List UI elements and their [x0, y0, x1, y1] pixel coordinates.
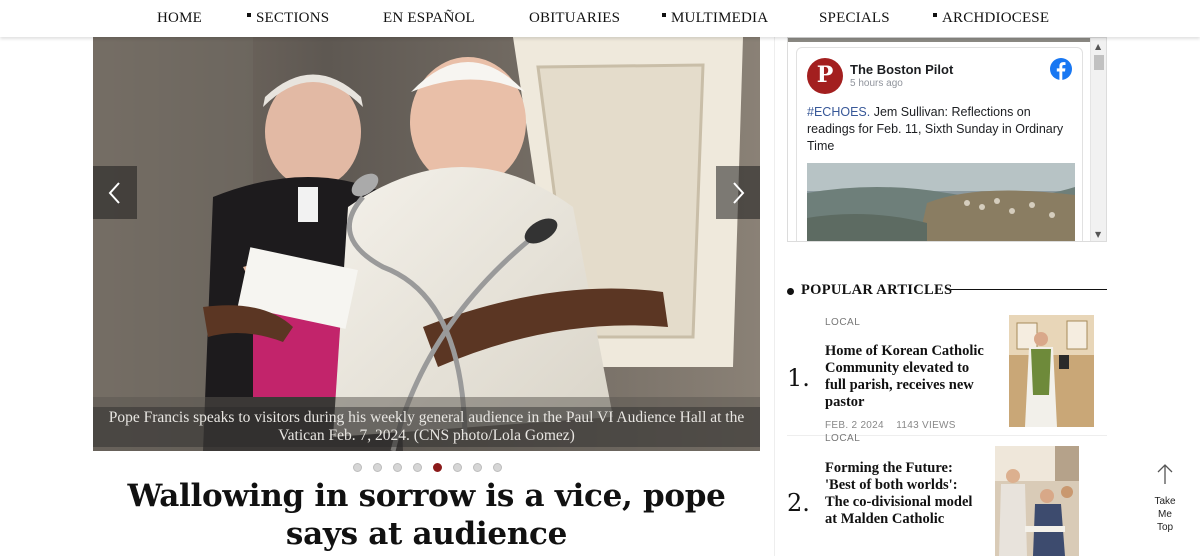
popular-article-1[interactable]: 1. LOCAL Home of Korean Catholic Communi…: [787, 314, 1107, 434]
nav-home-label: HOME: [157, 10, 202, 26]
popular-articles-title: POPULAR ARTICLES: [801, 282, 953, 298]
previous-post-image-strip: [788, 38, 1091, 42]
popular-article-2[interactable]: 2. LOCAL Forming the Future: 'Best of bo…: [787, 433, 1107, 556]
dropdown-marker-icon: [933, 13, 937, 17]
article-title[interactable]: Forming the Future: 'Best of both worlds…: [825, 460, 975, 528]
post-time[interactable]: 5 hours ago: [850, 78, 903, 89]
chevron-left-icon: [108, 182, 120, 204]
nav-archdiocese-label: ARCHDIOCESE: [942, 10, 1050, 26]
nav-specials[interactable]: SPECIALS: [819, 10, 890, 27]
slider-dot[interactable]: [473, 463, 482, 472]
back-to-top-line: Take: [1154, 496, 1176, 507]
article-views: 1143 VIEWS: [896, 420, 956, 431]
nav-multimedia[interactable]: MULTIMEDIA: [662, 10, 768, 27]
slider-dot[interactable]: [353, 463, 362, 472]
slider-dot[interactable]: [493, 463, 502, 472]
bullet-icon: [787, 288, 794, 295]
facebook-post[interactable]: P The Boston Pilot 5 hours ago #ECHOES. …: [796, 47, 1083, 242]
slider-dot-active[interactable]: [433, 463, 442, 472]
article-rank: 2.: [787, 489, 810, 517]
article-thumbnail[interactable]: [1009, 315, 1094, 427]
nav-en-espanol-label: EN ESPAÑOL: [383, 10, 475, 26]
slider-dot[interactable]: [453, 463, 462, 472]
article-rank: 1.: [787, 364, 810, 392]
nav-multimedia-label: MULTIMEDIA: [671, 10, 769, 26]
top-navigation: HOME SECTIONS EN ESPAÑOL OBITUARIES MULT…: [0, 0, 1200, 37]
slider-dot[interactable]: [373, 463, 382, 472]
back-to-top-line: Me: [1158, 509, 1172, 520]
slider-next-button[interactable]: [716, 166, 760, 219]
scroll-up-icon[interactable]: ▲: [1095, 42, 1101, 51]
scroll-thumb[interactable]: [1094, 55, 1104, 70]
lead-headline[interactable]: Wallowing in sorrow is a vice, pope says…: [93, 477, 760, 553]
nav-en-espanol[interactable]: EN ESPAÑOL: [383, 10, 475, 27]
hero-photo: [93, 37, 760, 451]
post-hashtag[interactable]: #ECHOES.: [807, 105, 870, 119]
dropdown-marker-icon: [662, 13, 666, 17]
post-text: #ECHOES. Jem Sullivan: Reflections on re…: [807, 104, 1077, 155]
nav-specials-label: SPECIALS: [819, 10, 890, 26]
chevron-right-icon: [733, 182, 745, 204]
article-category[interactable]: LOCAL: [825, 433, 860, 444]
nav-sections[interactable]: SECTIONS: [247, 10, 329, 27]
slider-dot[interactable]: [393, 463, 402, 472]
slider-prev-button[interactable]: [93, 166, 137, 219]
post-image[interactable]: [807, 163, 1075, 242]
header-rule: [951, 289, 1107, 290]
back-to-top-label: Take Me Top: [1145, 495, 1185, 534]
scroll-down-icon[interactable]: ▼: [1095, 230, 1101, 239]
hero-slider[interactable]: Pope Francis speaks to visitors during h…: [93, 37, 760, 451]
article-thumbnail[interactable]: [995, 446, 1079, 556]
nav-home[interactable]: HOME: [157, 10, 202, 27]
avatar[interactable]: P: [807, 58, 843, 94]
dropdown-marker-icon: [247, 13, 251, 17]
facebook-page-name[interactable]: The Boston Pilot: [850, 62, 953, 77]
nav-obituaries-label: OBITUARIES: [529, 10, 621, 26]
facebook-icon[interactable]: [1050, 58, 1072, 80]
article-title[interactable]: Home of Korean Catholic Community elevat…: [825, 343, 985, 411]
slider-dot[interactable]: [413, 463, 422, 472]
nav-obituaries[interactable]: OBITUARIES: [529, 10, 620, 27]
avatar-letter: P: [816, 62, 834, 88]
facebook-feed-widget[interactable]: P The Boston Pilot 5 hours ago #ECHOES. …: [787, 37, 1107, 242]
column-divider: [774, 37, 775, 556]
slide-caption: Pope Francis speaks to visitors during h…: [93, 407, 760, 447]
widget-scrollbar[interactable]: ▲ ▼: [1090, 38, 1106, 241]
back-to-top-line: Top: [1156, 522, 1174, 533]
nav-sections-label: SECTIONS: [256, 10, 330, 26]
nav-archdiocese[interactable]: ARCHDIOCESE: [933, 10, 1049, 27]
article-category[interactable]: LOCAL: [825, 317, 860, 328]
popular-articles-header: POPULAR ARTICLES: [787, 282, 1107, 300]
arrow-up-icon: [1157, 464, 1173, 484]
article-date: FEB. 2 2024: [825, 420, 884, 431]
article-meta: FEB. 2 2024 1143 VIEWS: [825, 420, 956, 431]
back-to-top-button[interactable]: Take Me Top: [1145, 463, 1185, 534]
